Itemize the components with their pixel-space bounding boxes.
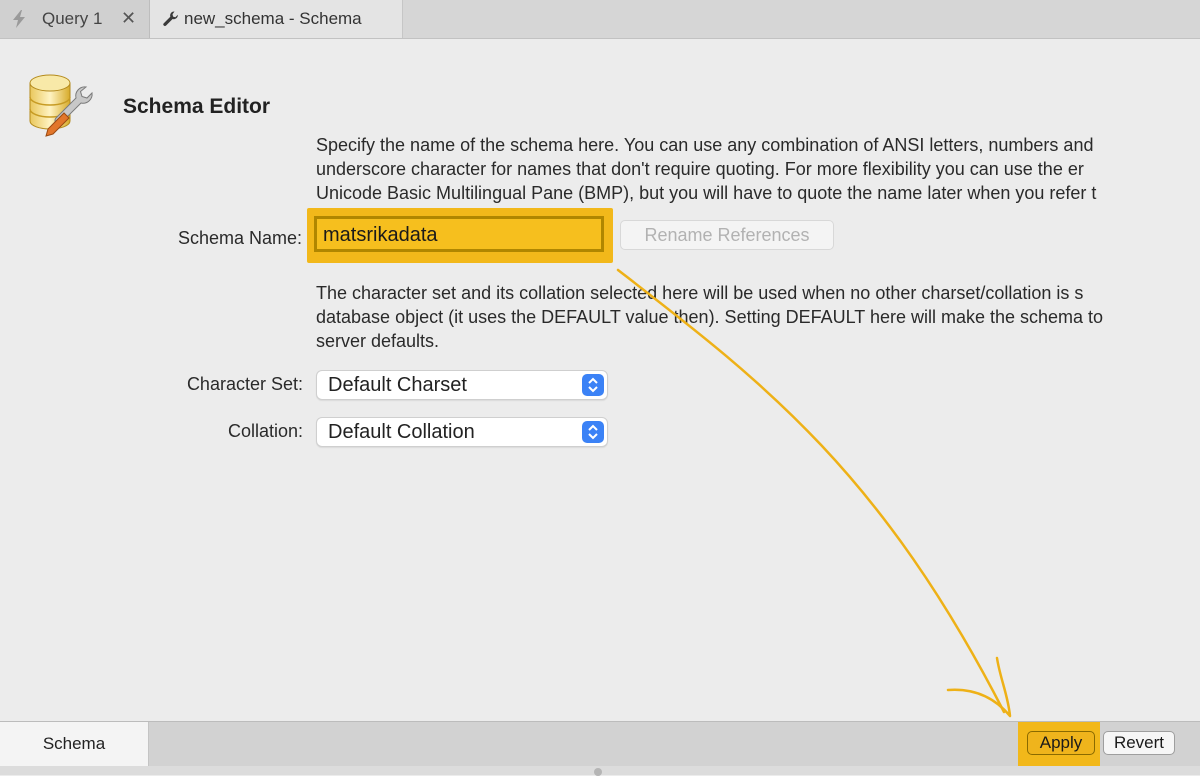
page-title: Schema Editor [123, 95, 271, 118]
charset-description: The character set and its collation sele… [316, 281, 1200, 353]
close-icon[interactable]: ✕ [121, 8, 136, 29]
wrench-icon [163, 11, 178, 26]
collation-select[interactable]: Default Collation [316, 417, 608, 447]
bottom-toolbar: Schema Apply Revert [0, 721, 1200, 766]
collation-label: Collation: [227, 421, 303, 441]
description-line: The character set and its collation sele… [316, 283, 1084, 303]
rename-references-button[interactable]: Rename References [620, 220, 834, 250]
tab-new-schema[interactable]: new_schema - Schema [150, 0, 403, 38]
schema-name-label: Schema Name: [177, 228, 302, 248]
schema-name-description: Specify the name of the schema here. You… [316, 133, 1200, 205]
character-set-label: Character Set: [186, 374, 303, 394]
description-line: underscore character for names that don'… [316, 159, 1084, 179]
tab-bar: Query 1 ✕ new_schema - Schema [0, 0, 1200, 39]
description-line: server defaults. [316, 331, 440, 351]
select-stepper-icon [582, 374, 604, 396]
database-edit-icon [29, 74, 93, 137]
tab-query-1[interactable]: Query 1 ✕ [0, 0, 150, 38]
character-set-select[interactable]: Default Charset [316, 370, 608, 400]
tab-schema[interactable]: Schema [0, 722, 149, 766]
tab-label: Query 1 [42, 9, 103, 28]
revert-button[interactable]: Revert [1103, 731, 1175, 755]
select-stepper-icon [582, 421, 604, 443]
schema-name-input[interactable]: matsrikadata [314, 216, 604, 252]
lightning-bolt-icon [13, 10, 25, 28]
description-line: database object (it uses the DEFAULT val… [316, 307, 1104, 327]
schema-editor-panel: Schema Editor Specify the name of the sc… [0, 39, 1200, 721]
description-line: Specify the name of the schema here. You… [316, 135, 1094, 155]
tab-label: new_schema - Schema [184, 9, 362, 28]
collation-value: Default Collation [328, 421, 475, 443]
apply-button[interactable]: Apply [1027, 731, 1095, 755]
character-set-value: Default Charset [328, 374, 467, 396]
description-line: Unicode Basic Multilingual Pane (BMP), b… [316, 183, 1097, 203]
